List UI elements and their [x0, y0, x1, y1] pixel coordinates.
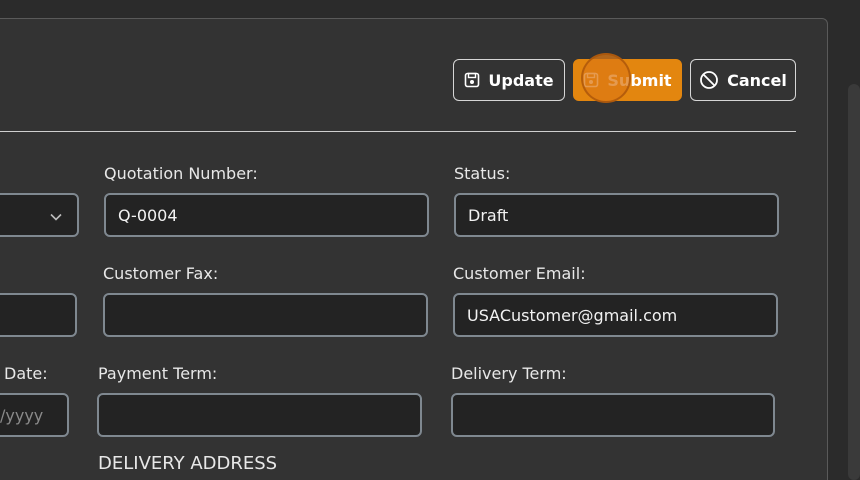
- customer-select[interactable]: [0, 193, 79, 237]
- customer-fax-field[interactable]: [103, 293, 428, 337]
- date-field[interactable]: [0, 393, 69, 437]
- scrollbar-thumb[interactable]: [848, 84, 860, 480]
- ban-icon: [699, 70, 719, 90]
- save-icon: [583, 72, 599, 88]
- chevron-down-icon: [49, 209, 63, 228]
- status-field[interactable]: [454, 193, 779, 237]
- customer-email-field[interactable]: [453, 293, 778, 337]
- update-button-label: Update: [488, 70, 554, 90]
- submit-button-label: Submit: [607, 70, 672, 90]
- cancel-button-label: Cancel: [727, 70, 787, 90]
- save-icon: [464, 72, 480, 88]
- date-label: Date:: [4, 364, 48, 383]
- delivery-term-label: Delivery Term:: [451, 364, 567, 383]
- delivery-term-field[interactable]: [451, 393, 775, 437]
- customer-fax-label: Customer Fax:: [103, 264, 219, 283]
- header-divider: [0, 131, 796, 132]
- quotation-number-label: Quotation Number:: [104, 164, 258, 183]
- cancel-button[interactable]: Cancel: [690, 59, 796, 101]
- payment-term-label: Payment Term:: [98, 364, 218, 383]
- page: Update Submit Cancel Quotation Number: Q…: [0, 0, 860, 480]
- status-label: Status:: [454, 164, 511, 183]
- customer-phone-field[interactable]: [0, 293, 77, 337]
- customer-email-label: Customer Email:: [453, 264, 586, 283]
- delivery-address-heading: DELIVERY ADDRESS: [98, 453, 278, 474]
- update-button[interactable]: Update: [453, 59, 565, 101]
- quotation-number-field[interactable]: [104, 193, 429, 237]
- payment-term-field[interactable]: [97, 393, 422, 437]
- submit-button[interactable]: Submit: [573, 59, 682, 101]
